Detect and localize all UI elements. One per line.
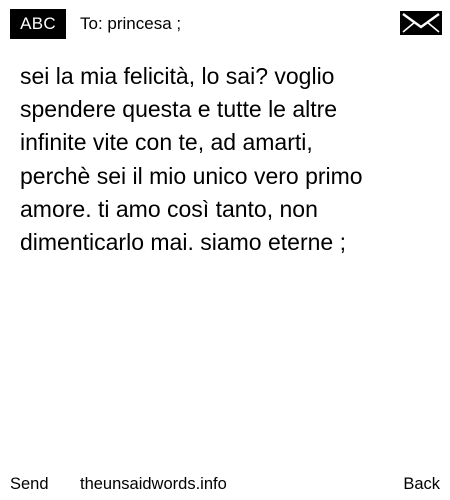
message-body: sei la mia felicità, lo sai? voglio spen…: [20, 63, 363, 256]
message-header: ABC To: princesa ;: [0, 0, 450, 46]
envelope-icon: [400, 11, 442, 35]
back-button[interactable]: Back: [403, 470, 440, 498]
send-button[interactable]: Send: [10, 470, 49, 498]
softkey-bar: Send theunsaidwords.info Back: [0, 470, 450, 498]
site-caption: theunsaidwords.info: [80, 475, 227, 493]
recipient-label: To: princesa ;: [80, 14, 182, 33]
input-mode-badge[interactable]: ABC: [10, 9, 66, 39]
